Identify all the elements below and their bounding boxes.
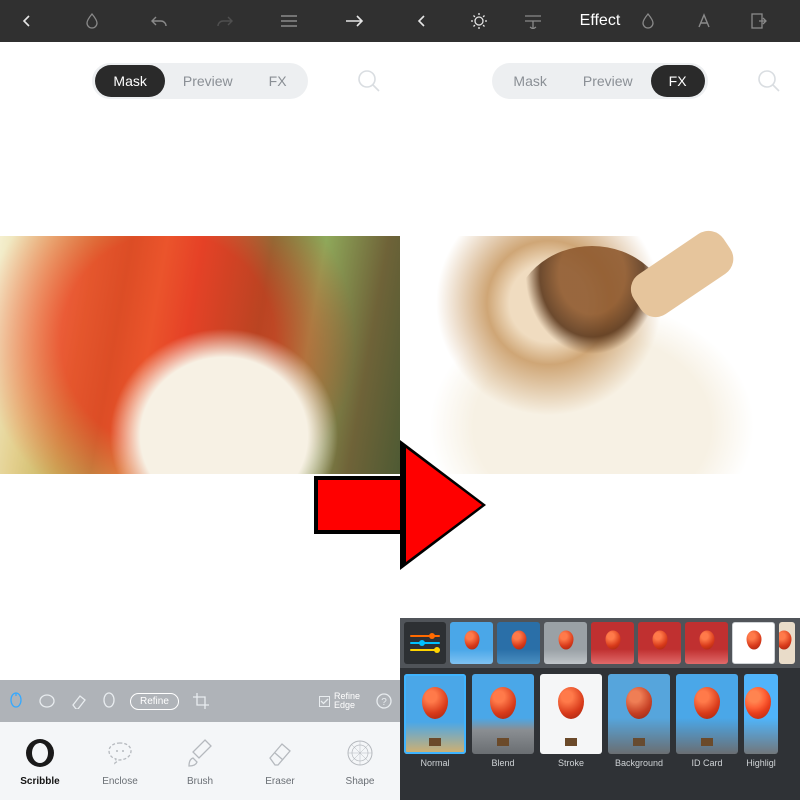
export-icon[interactable] (751, 13, 785, 29)
tool-label: Brush (187, 776, 213, 787)
help-icon[interactable]: ? (376, 693, 392, 709)
tool-label: Eraser (265, 776, 294, 787)
preset-thumb[interactable] (497, 622, 540, 664)
tool-label: Enclose (102, 776, 138, 787)
left-tool-tabs: Scribble Enclose Brush Eraser Shape (0, 722, 400, 800)
cutout-subject (412, 236, 772, 474)
right-segmented-control: Mask Preview FX (492, 63, 707, 99)
preset-thumb[interactable] (779, 622, 795, 664)
left-segmented-control: Mask Preview FX (92, 63, 307, 99)
list-icon[interactable] (281, 15, 315, 27)
right-topbar: Effect (400, 0, 800, 42)
effect-title: Effect (580, 12, 621, 30)
enclose-mode-icon[interactable] (38, 692, 56, 710)
tool-shape[interactable]: Shape (320, 722, 400, 800)
back-icon[interactable] (415, 14, 449, 28)
effect-label: Blend (472, 758, 534, 768)
preset-thumb[interactable] (544, 622, 587, 664)
undo-icon[interactable] (150, 14, 184, 28)
tab-fx[interactable]: FX (651, 65, 705, 97)
enclose-icon (103, 736, 137, 770)
refine-figure-icon[interactable] (102, 692, 116, 710)
preset-small-row (400, 618, 800, 668)
crop-icon[interactable] (193, 693, 209, 709)
refine-edge-checkbox[interactable]: Refine Edge (319, 692, 362, 710)
preset-thumb[interactable] (685, 622, 728, 664)
effect-label: Highligl (744, 758, 778, 768)
left-screen: Mask Preview FX Refine Refine Edge (0, 0, 400, 800)
tab-preview[interactable]: Preview (165, 65, 251, 97)
tab-fx[interactable]: FX (251, 65, 305, 97)
tool-label: Shape (346, 776, 375, 787)
brush-icon (183, 736, 217, 770)
effect-background[interactable] (608, 674, 670, 754)
left-seg-row: Mask Preview FX (0, 42, 400, 120)
tab-mask[interactable]: Mask (495, 65, 564, 97)
left-canvas-masked-photo[interactable] (0, 236, 400, 474)
back-icon[interactable] (20, 14, 54, 28)
right-canvas-cutout[interactable] (400, 236, 800, 474)
right-screen: Effect Mask Preview FX (400, 0, 800, 800)
opacity-icon[interactable] (85, 13, 119, 29)
preset-thumb[interactable] (638, 622, 681, 664)
refine-button[interactable]: Refine (130, 693, 179, 710)
effect-label: Stroke (540, 758, 602, 768)
svg-text:?: ? (381, 697, 387, 708)
brightness-icon[interactable] (470, 12, 504, 30)
scribble-mode-icon[interactable] (8, 692, 24, 710)
effect-stroke[interactable] (540, 674, 602, 754)
tool-enclose[interactable]: Enclose (80, 722, 160, 800)
magnify-icon[interactable] (756, 68, 782, 94)
effect-idcard[interactable] (676, 674, 738, 754)
tool-brush[interactable]: Brush (160, 722, 240, 800)
opacity-icon[interactable] (641, 13, 675, 29)
preset-thumb[interactable] (732, 622, 775, 664)
adjust-sliders-button[interactable] (404, 622, 446, 664)
left-tool-strip: Refine Refine Edge ? (0, 680, 400, 722)
refine-edge-label: Refine Edge (334, 692, 362, 710)
eraser-icon (263, 736, 297, 770)
magnify-icon[interactable] (356, 68, 382, 94)
effect-label: ID Card (676, 758, 738, 768)
effect-blend[interactable] (472, 674, 534, 754)
red-arrow-annotation (314, 440, 494, 570)
tab-preview[interactable]: Preview (565, 65, 651, 97)
scribble-icon (23, 736, 57, 770)
erase-mode-icon[interactable] (70, 693, 88, 709)
effect-highlight[interactable] (744, 674, 778, 754)
left-topbar (0, 0, 400, 42)
effect-normal[interactable] (404, 674, 466, 754)
tab-mask[interactable]: Mask (95, 65, 164, 97)
redo-icon[interactable] (216, 14, 250, 28)
effect-label: Background (608, 758, 670, 768)
tool-label: Scribble (20, 776, 59, 787)
effect-row: Normal Blend Stroke Background ID Card H… (400, 668, 800, 800)
shape-icon (343, 736, 377, 770)
sort-icon[interactable] (525, 13, 559, 29)
preset-thumb[interactable] (591, 622, 634, 664)
forward-icon[interactable] (346, 15, 380, 27)
text-icon[interactable] (696, 13, 730, 29)
tool-eraser[interactable]: Eraser (240, 722, 320, 800)
tool-scribble[interactable]: Scribble (0, 722, 80, 800)
effect-label: Normal (404, 758, 466, 768)
right-seg-row: Mask Preview FX (400, 42, 800, 120)
preset-thumb[interactable] (450, 622, 493, 664)
